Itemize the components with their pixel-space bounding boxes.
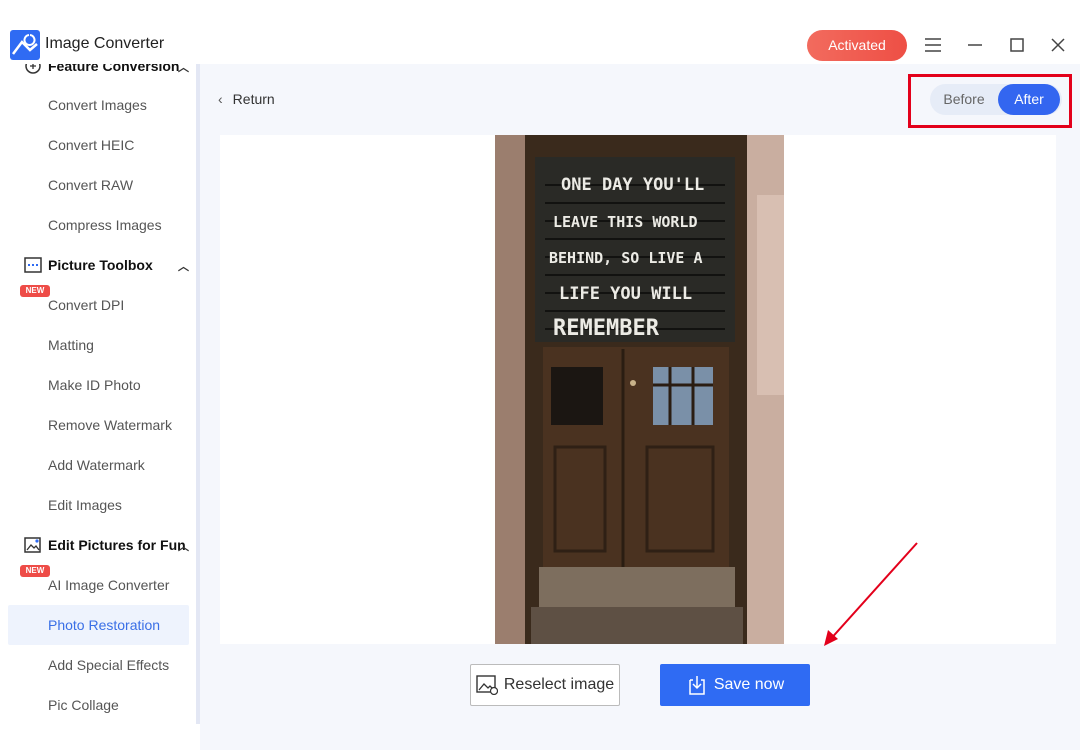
sidebar-item-convert-dpi[interactable]: Convert DPI: [8, 285, 189, 325]
sidebar-item-remove-watermark[interactable]: Remove Watermark: [8, 405, 189, 445]
sidebar-item-pic-collage[interactable]: Pic Collage: [8, 685, 189, 725]
photo-text-line: REMEMBER: [553, 316, 660, 341]
sidebar: Feature Conversion ︿ Convert Images Conv…: [0, 64, 200, 750]
photo-text-line: BEHIND, SO LIVE A: [549, 249, 703, 267]
image-edit-icon: [24, 537, 41, 553]
sidebar-section-edit-pictures-for-fun[interactable]: Edit Pictures for Fun ︿: [24, 536, 189, 554]
sidebar-item-make-id-photo[interactable]: Make ID Photo: [8, 365, 189, 405]
menu-icon[interactable]: [922, 34, 944, 56]
chevron-up-icon: ︿: [178, 261, 189, 273]
download-icon: [689, 676, 705, 695]
sidebar-section-label: Edit Pictures for Fun: [48, 537, 186, 553]
sidebar-item-photo-restoration[interactable]: Photo Restoration: [8, 605, 189, 645]
sidebar-item-add-watermark[interactable]: Add Watermark: [8, 445, 189, 485]
sidebar-item-compress-images[interactable]: Compress Images: [8, 205, 189, 245]
sidebar-section-label: Feature Conversion: [48, 64, 180, 74]
sidebar-item-convert-raw[interactable]: Convert RAW: [8, 165, 189, 205]
sidebar-section-feature-conversion[interactable]: Feature Conversion ︿: [24, 64, 189, 75]
sidebar-section-label: Picture Toolbox: [48, 257, 153, 273]
sidebar-item-ai-image-converter[interactable]: AI Image Converter: [8, 565, 189, 605]
toggle-before[interactable]: Before: [930, 84, 998, 115]
toggle-after[interactable]: After: [998, 84, 1060, 115]
activated-button[interactable]: Activated: [807, 30, 907, 61]
sidebar-item-convert-heic[interactable]: Convert HEIC: [8, 125, 189, 165]
chevron-up-icon: ︿: [178, 541, 189, 553]
chevron-left-icon: ‹: [218, 91, 223, 107]
return-label: Return: [232, 91, 275, 107]
image-icon: [476, 675, 498, 695]
chevron-up-icon: ︿: [178, 64, 189, 74]
sidebar-section-picture-toolbox[interactable]: Picture Toolbox ︿: [24, 256, 189, 274]
reselect-label: Reselect image: [503, 676, 615, 693]
save-now-button[interactable]: Save now: [660, 664, 810, 706]
save-label: Save now: [713, 676, 785, 693]
restored-photo: ONE DAY YOU'LL LEAVE THIS WORLD BEHIND, …: [495, 135, 784, 644]
return-button[interactable]: ‹ Return: [218, 91, 275, 107]
photo-text-line: LEAVE THIS WORLD: [553, 213, 698, 231]
minimize-icon[interactable]: [964, 34, 986, 56]
sidebar-item-matting[interactable]: Matting: [8, 325, 189, 365]
annotation-arrow: [824, 542, 918, 646]
maximize-icon[interactable]: [1006, 34, 1028, 56]
title-bar: Image Converter Activated: [0, 0, 1080, 64]
sidebar-item-add-special-effects[interactable]: Add Special Effects: [8, 645, 189, 685]
reselect-image-button[interactable]: Reselect image: [470, 664, 620, 706]
app-logo-icon: [10, 30, 40, 60]
app-title: Image Converter: [45, 35, 165, 52]
convert-icon: [25, 64, 41, 74]
close-icon[interactable]: [1047, 34, 1069, 56]
before-after-toggle[interactable]: Before After: [930, 84, 1062, 115]
toolbox-icon: [24, 257, 42, 273]
sidebar-item-convert-images[interactable]: Convert Images: [8, 85, 189, 125]
sidebar-item-edit-images[interactable]: Edit Images: [8, 485, 189, 525]
photo-text-line: LIFE YOU WILL: [559, 284, 692, 304]
photo-text-line: ONE DAY YOU'LL: [561, 175, 704, 195]
